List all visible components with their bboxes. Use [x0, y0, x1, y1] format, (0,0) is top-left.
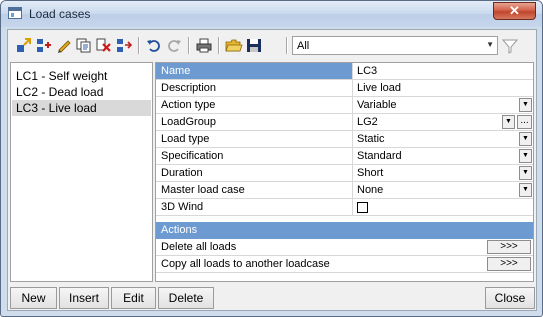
property-label: Load type: [156, 131, 353, 147]
action-label: Delete all loads: [161, 241, 237, 253]
load-cases-window: Load cases ✕ All ▼ LC1 - Self weight LC2…: [0, 0, 543, 317]
property-row-loadgroup[interactable]: LoadGroup LG2 ▼ ...: [156, 114, 533, 131]
title-bar[interactable]: Load cases ✕: [1, 1, 542, 27]
property-row-load-type[interactable]: Load type Static ▼: [156, 131, 533, 148]
dialog-client: All ▼ LC1 - Self weight LC2 - Dead load …: [7, 29, 537, 311]
chevron-down-icon: ▼: [486, 40, 494, 49]
copy-all-loads-button[interactable]: >>>: [487, 257, 531, 271]
dropdown-arrow-icon[interactable]: ▼: [502, 115, 515, 129]
dropdown-arrow-icon[interactable]: ▼: [519, 166, 532, 180]
new-button[interactable]: New: [10, 287, 57, 309]
property-row-name[interactable]: Name LC3: [156, 63, 533, 80]
property-value-field[interactable]: LC3: [353, 63, 533, 79]
toolbar: All ▼: [8, 30, 536, 60]
print-icon[interactable]: [195, 37, 213, 54]
property-row-action-type[interactable]: Action type Variable ▼: [156, 97, 533, 114]
toolbar-separator: [188, 37, 190, 54]
delete-button[interactable]: Delete: [158, 287, 214, 309]
property-row-duration[interactable]: Duration Short ▼: [156, 165, 533, 182]
insert-load-case-icon[interactable]: [35, 37, 53, 54]
window-icon: [8, 7, 22, 19]
dropdown-arrow-icon[interactable]: ▼: [519, 149, 532, 163]
copy-icon[interactable]: [75, 37, 93, 54]
property-label: Duration: [156, 165, 353, 181]
actions-header: Actions: [156, 222, 533, 239]
list-item[interactable]: LC2 - Dead load: [14, 84, 103, 100]
toolbar-separator: [218, 37, 220, 54]
window-title: Load cases: [29, 7, 91, 21]
toolbar-separator: [138, 37, 140, 54]
edit-button[interactable]: Edit: [111, 287, 156, 309]
delete-all-loads-button[interactable]: >>>: [487, 240, 531, 254]
action-row-copy-all: Copy all loads to another loadcase >>>: [156, 256, 533, 273]
property-label: Description: [156, 80, 353, 96]
property-value-field[interactable]: Variable: [353, 97, 533, 113]
add-load-case-icon[interactable]: [15, 37, 33, 54]
action-label: Copy all loads to another loadcase: [161, 258, 330, 270]
property-value-cell: [353, 199, 533, 215]
property-row-master-load-case[interactable]: Master load case None ▼: [156, 182, 533, 199]
filter-value: All: [297, 40, 310, 52]
insert-button[interactable]: Insert: [59, 287, 109, 309]
property-row-description[interactable]: Description Live load: [156, 80, 533, 97]
3d-wind-checkbox[interactable]: [357, 202, 368, 213]
property-value-field[interactable]: Short: [353, 165, 533, 181]
property-value-field[interactable]: Live load: [353, 80, 533, 96]
filter-icon[interactable]: [501, 38, 519, 54]
dropdown-arrow-icon[interactable]: ▼: [519, 98, 532, 112]
toolbar-separator: [286, 37, 288, 54]
property-label: LoadGroup: [156, 114, 353, 130]
save-icon[interactable]: [245, 37, 263, 54]
button-bar: New Insert Edit Delete Close: [8, 284, 536, 310]
property-label: Master load case: [156, 182, 353, 198]
browse-button[interactable]: ...: [517, 115, 532, 129]
load-case-list[interactable]: LC1 - Self weight LC2 - Dead load LC3 - …: [10, 62, 153, 282]
property-value-field[interactable]: Static: [353, 131, 533, 147]
list-item[interactable]: LC1 - Self weight: [14, 68, 107, 84]
property-label: 3D Wind: [156, 199, 353, 215]
close-window-button[interactable]: ✕: [493, 2, 536, 20]
property-label: Name: [156, 63, 353, 79]
close-button[interactable]: Close: [485, 287, 535, 309]
edit-icon[interactable]: [55, 37, 73, 54]
action-row-delete-all: Delete all loads >>>: [156, 239, 533, 256]
dropdown-arrow-icon[interactable]: ▼: [519, 132, 532, 146]
dropdown-arrow-icon[interactable]: ▼: [519, 183, 532, 197]
property-value-field[interactable]: Standard: [353, 148, 533, 164]
move-icon[interactable]: [115, 37, 133, 54]
open-folder-icon[interactable]: [225, 37, 243, 54]
list-item-selected[interactable]: LC3 - Live load: [12, 100, 151, 116]
delete-icon[interactable]: [95, 37, 113, 54]
property-row-3d-wind[interactable]: 3D Wind: [156, 199, 533, 216]
filter-combobox[interactable]: All ▼: [292, 36, 498, 55]
property-label: Specification: [156, 148, 353, 164]
property-row-specification[interactable]: Specification Standard ▼: [156, 148, 533, 165]
property-grid: Name LC3 Description Live load Action ty…: [155, 62, 534, 282]
undo-icon[interactable]: [145, 37, 163, 54]
property-label: Action type: [156, 97, 353, 113]
property-value-field[interactable]: None: [353, 182, 533, 198]
redo-icon[interactable]: [165, 37, 183, 54]
